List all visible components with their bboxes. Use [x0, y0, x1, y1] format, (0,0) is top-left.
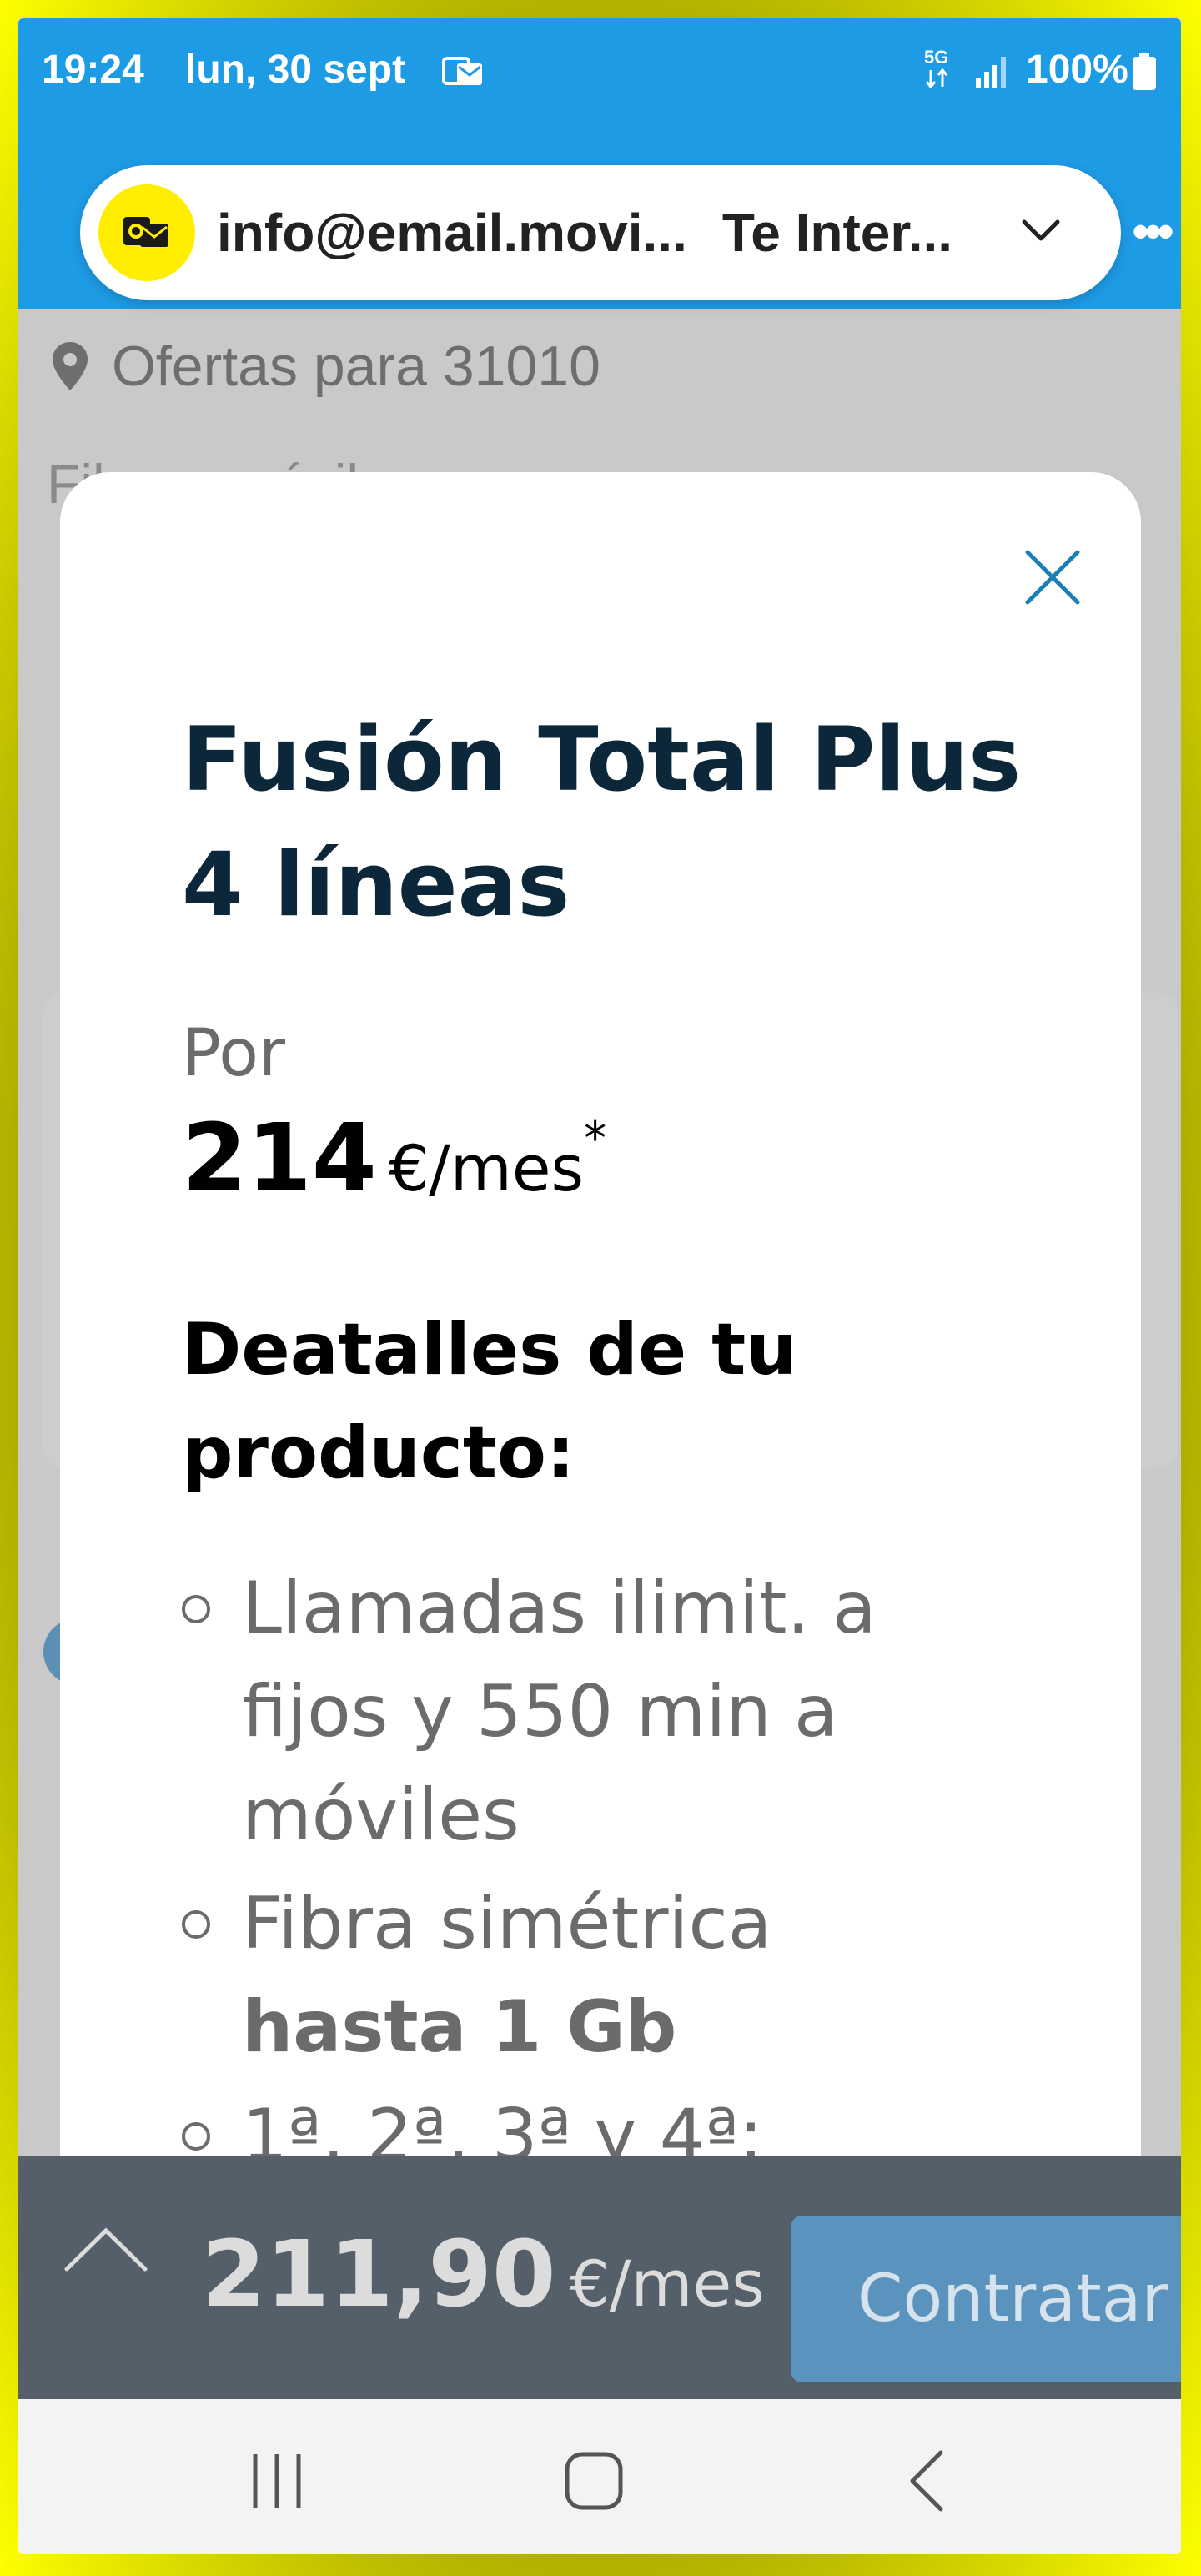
feature-item: Llamadas ilimit. a fijos y 550 min a móv… — [182, 1557, 1041, 1867]
price-amount: 214 — [182, 1104, 377, 1213]
total-price-amount: 211,90 — [202, 2221, 556, 2327]
checkout-bar: 211,90 €/mes Contratar — [18, 2156, 1181, 2399]
product-details-modal: Fusión Total Plus 4 líneas Por 214 €/mes*… — [60, 472, 1141, 2216]
status-date: lun, 30 sept — [185, 48, 406, 92]
outlook-app-icon — [98, 184, 195, 281]
contratar-button[interactable]: Contratar — [791, 2216, 1181, 2382]
product-title-line2: 4 líneas — [182, 833, 570, 936]
bullet-icon — [182, 1595, 210, 1623]
chevron-down-icon[interactable] — [1019, 214, 1063, 247]
chevron-up-icon[interactable] — [60, 2219, 152, 2277]
feature-list: Llamadas ilimit. a fijos y 550 min a móv… — [182, 1557, 1041, 2192]
signal-5g-icon: 5G — [924, 47, 1006, 89]
price-asterisk: * — [584, 1112, 607, 1165]
product-price: 214 €/mes* — [182, 1104, 606, 1213]
location-pin-icon — [53, 342, 88, 390]
more-options-icon[interactable]: ••• — [1132, 207, 1174, 257]
total-price-unit: €/mes — [569, 2246, 765, 2321]
battery-percent: 100% — [1026, 48, 1128, 92]
product-title: Fusión Total Plus 4 líneas — [182, 697, 1058, 948]
home-icon[interactable] — [560, 2448, 627, 2514]
android-nav-bar — [18, 2399, 1181, 2554]
product-title-line1: Fusión Total Plus — [182, 708, 1022, 811]
location-text: Ofertas para 31010 — [112, 335, 600, 398]
details-heading: Deatalles de tu producto: — [182, 1308, 797, 1495]
email-notification-icon — [442, 57, 482, 85]
network-label: 5G — [924, 47, 948, 68]
price-prefix: Por — [182, 1016, 286, 1091]
phone-screen: 19:24 lun, 30 sept 5G 100% ••• Ofertas p… — [18, 18, 1181, 2554]
feature-bold-text: hasta 1 Gb — [242, 1985, 677, 2069]
status-time: 19:24 — [42, 48, 144, 92]
bullet-icon — [182, 2122, 210, 2151]
notification-sender: info@email.movi... — [217, 203, 687, 263]
recent-apps-icon[interactable] — [244, 2448, 310, 2514]
total-price: 211,90 €/mes — [202, 2221, 765, 2327]
feature-item: Fibra simétrica hasta 1 Gb — [182, 1872, 1041, 2079]
price-unit: €/mes — [388, 1131, 585, 1205]
feature-text: Fibra simétrica — [242, 1882, 772, 1965]
close-icon[interactable] — [1023, 547, 1083, 607]
status-bar: 19:24 lun, 30 sept 5G 100% — [18, 18, 1181, 125]
email-heads-up-notification[interactable]: info@email.movi... Te Inter... — [80, 165, 1121, 300]
bullet-icon — [182, 1910, 210, 1939]
feature-text: Llamadas ilimit. a fijos y 550 min a móv… — [242, 1567, 877, 1857]
back-icon[interactable] — [894, 2448, 961, 2514]
location-row[interactable]: Ofertas para 31010 — [50, 334, 600, 399]
notification-subject: Te Inter... — [721, 203, 953, 263]
battery-icon — [1133, 53, 1156, 90]
